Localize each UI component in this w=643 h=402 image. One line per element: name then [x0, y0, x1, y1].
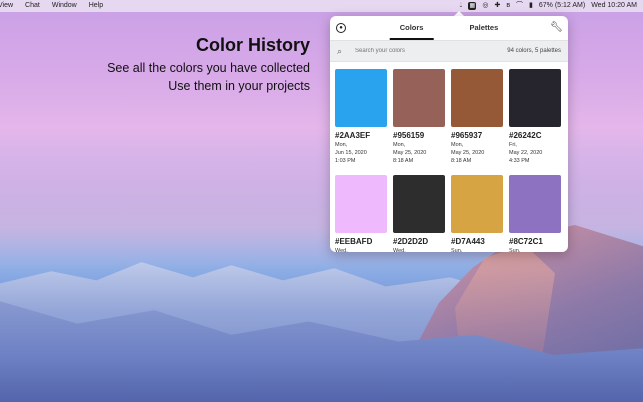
battery-status[interactable]: 67% (5:12 AM): [539, 0, 585, 12]
plugin-icon[interactable]: ✚: [494, 0, 500, 12]
headline-line-2: Use them in your projects: [168, 79, 310, 93]
menu-chat[interactable]: Chat: [25, 0, 40, 12]
search-input[interactable]: [353, 47, 508, 55]
color-date-line: Wed,: [393, 248, 406, 252]
color-swatch[interactable]: [393, 175, 445, 233]
color-date-line: Fri,: [509, 142, 517, 148]
color-card[interactable]: #956159 Mon, May 25, 2020 8:18 AM: [393, 69, 445, 165]
color-date-line: May 25, 2020: [451, 150, 485, 156]
wrench-icon[interactable]: 🔧︎: [550, 22, 563, 34]
color-date-line: 8:18 AM: [393, 158, 414, 164]
tab-colors[interactable]: Colors: [389, 16, 434, 40]
color-date-line: 8:18 AM: [451, 158, 472, 164]
color-hex-label: #2D2D2D: [393, 237, 429, 246]
color-date-line: Mon,: [451, 142, 464, 148]
color-swatch[interactable]: [451, 69, 503, 127]
color-card[interactable]: #965937 Mon, May 25, 2020 8:18 AM: [451, 69, 503, 165]
color-hex-label: #965937: [451, 131, 483, 140]
color-date-line: Wed,: [335, 248, 348, 252]
color-popover: ● Colors Palettes 🔧︎ ⌕ 94 colors, 5 pale…: [330, 16, 568, 252]
color-card[interactable]: #26242C Fri, May 22, 2020 4:33 PM: [509, 69, 561, 165]
color-date-line: Jun 15, 2020: [335, 150, 367, 156]
menu-help[interactable]: Help: [89, 0, 103, 12]
color-swatch[interactable]: [335, 175, 387, 233]
menu-bar: View Chat Window Help 💧︎ ▦ ◎ ✚ ʙ ⌒ ▮ 67%…: [0, 0, 643, 12]
color-hex-label: #EEBAFD: [335, 237, 373, 246]
headline-line-1: See all the colors you have collected: [107, 61, 310, 75]
search-icon: ⌕: [337, 46, 343, 56]
color-date-line: Sun,: [509, 248, 521, 252]
color-swatch[interactable]: [335, 69, 387, 127]
color-hex-label: #D7A443: [451, 237, 485, 246]
creative-cloud-icon[interactable]: ◎: [482, 0, 488, 12]
headline-title: Color History: [195, 35, 310, 55]
tab-palettes[interactable]: Palettes: [463, 16, 504, 40]
color-date-line: Mon,: [393, 142, 406, 148]
color-count: 94 colors, 5 palettes: [507, 48, 561, 54]
tab-bar: Colors Palettes: [389, 16, 505, 40]
color-hex-label: #8C72C1: [509, 237, 543, 246]
color-card[interactable]: #2AA3EF Mon, Jun 15, 2020 1:03 PM: [335, 69, 387, 165]
color-grid: #2AA3EF Mon, Jun 15, 2020 1:03 PM #956159 Mon…: [330, 62, 568, 252]
bluetooth-icon[interactable]: ʙ: [506, 0, 510, 12]
color-date-line: May 25, 2020: [393, 150, 427, 156]
color-date-line: 1:03 PM: [335, 158, 356, 164]
color-swatch[interactable]: [509, 69, 561, 127]
color-swatch[interactable]: [393, 69, 445, 127]
app-menu-icon[interactable]: ▦: [468, 2, 477, 10]
wifi-icon[interactable]: ⌒: [516, 0, 523, 12]
search-bar: ⌕ 94 colors, 5 palettes: [330, 40, 568, 62]
menu-window[interactable]: Window: [52, 0, 77, 12]
popover-header: ● Colors Palettes 🔧︎: [330, 16, 568, 40]
headline: Color History See all the colors you hav…: [107, 34, 310, 95]
menu-view[interactable]: View: [0, 0, 13, 12]
color-hex-label: #2AA3EF: [335, 131, 371, 140]
menubar-clock[interactable]: Wed 10:20 AM: [591, 0, 637, 12]
color-date-line: Mon,: [335, 142, 348, 148]
color-card[interactable]: #2D2D2D Wed,: [393, 175, 445, 252]
picker-icon[interactable]: ●: [336, 23, 346, 33]
battery-icon[interactable]: ▮: [529, 0, 533, 12]
color-date-line: Sun,: [451, 248, 463, 252]
color-hex-label: #956159: [393, 131, 425, 140]
color-date-line: 4:33 PM: [509, 158, 530, 164]
color-swatch[interactable]: [451, 175, 503, 233]
color-card[interactable]: #8C72C1 Sun,: [509, 175, 561, 252]
color-card[interactable]: #D7A443 Sun,: [451, 175, 503, 252]
color-hex-label: #26242C: [509, 131, 542, 140]
color-date-line: May 22, 2020: [509, 150, 543, 156]
color-card[interactable]: #EEBAFD Wed,: [335, 175, 387, 252]
color-swatch[interactable]: [509, 175, 561, 233]
